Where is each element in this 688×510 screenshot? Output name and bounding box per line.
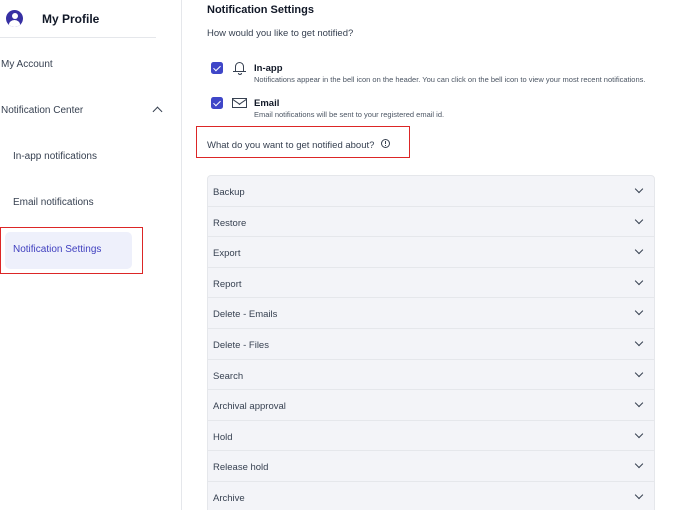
chevron-down-icon[interactable] bbox=[634, 276, 644, 286]
chevron-down-icon[interactable] bbox=[634, 215, 644, 224]
accordion-item-label: Search bbox=[213, 370, 244, 382]
accordion-item-label: Restore bbox=[213, 217, 247, 229]
notify-method-question: How would you like to get notified? bbox=[207, 28, 354, 39]
accordion-item-archival-approval[interactable]: Archival approval bbox=[208, 390, 654, 421]
chevron-down-icon[interactable] bbox=[634, 490, 644, 500]
accordion-item-release-hold[interactable]: Release hold bbox=[208, 451, 654, 482]
sidebar-item-notification-settings-label: Notification Settings bbox=[13, 244, 102, 255]
notification-category-list: Backup Restore Export Report Delete - Em… bbox=[207, 175, 655, 510]
accordion-item-label: Delete - Emails bbox=[213, 309, 278, 321]
accordion-item-label: Export bbox=[213, 248, 241, 260]
accordion-item-delete-files[interactable]: Delete - Files bbox=[208, 329, 654, 360]
sidebar-item-my-account[interactable]: My Account bbox=[1, 59, 53, 70]
email-option-title: Email bbox=[254, 98, 280, 109]
chevron-down-icon[interactable] bbox=[634, 307, 644, 316]
envelope-icon bbox=[232, 98, 247, 108]
sidebar-item-email-notifications[interactable]: Email notifications bbox=[13, 197, 94, 208]
accordion-item-backup[interactable]: Backup bbox=[208, 176, 654, 207]
accordion-item-label: Release hold bbox=[213, 462, 269, 474]
accordion-item-restore[interactable]: Restore bbox=[208, 207, 654, 238]
page-title: Notification Settings bbox=[207, 4, 314, 16]
accordion-item-export[interactable]: Export bbox=[208, 237, 654, 268]
highlight-box-notification-settings: Notification Settings bbox=[0, 227, 143, 274]
chevron-down-icon[interactable] bbox=[634, 398, 644, 408]
accordion-item-label: Report bbox=[213, 278, 242, 290]
sidebar-item-in-app-notifications[interactable]: In-app notifications bbox=[13, 151, 97, 162]
accordion-item-hold[interactable]: Hold bbox=[208, 421, 654, 452]
chevron-down-icon[interactable] bbox=[634, 245, 644, 255]
in-app-checkbox[interactable] bbox=[211, 62, 223, 74]
email-option-description: Email notifications will be sent to your… bbox=[254, 110, 445, 119]
accordion-item-label: Archive bbox=[213, 492, 245, 504]
chevron-down-icon[interactable] bbox=[634, 429, 644, 438]
chevron-down-icon[interactable] bbox=[634, 460, 644, 469]
sidebar: My Profile My Account Notification Cente… bbox=[0, 0, 182, 510]
accordion-item-delete-emails[interactable]: Delete - Emails bbox=[208, 298, 654, 329]
chevron-down-icon[interactable] bbox=[634, 184, 644, 194]
email-checkbox[interactable] bbox=[211, 97, 223, 109]
highlight-box-notify-about: What do you want to get notified about? bbox=[196, 126, 410, 158]
bell-icon bbox=[233, 61, 246, 76]
in-app-option-title: In-app bbox=[254, 63, 283, 74]
profile-header: My Profile bbox=[0, 0, 156, 38]
accordion-item-label: Backup bbox=[213, 187, 245, 198]
profile-title: My Profile bbox=[42, 12, 100, 26]
accordion-item-label: Archival approval bbox=[213, 401, 286, 413]
info-icon[interactable] bbox=[381, 139, 390, 148]
chevron-down-icon[interactable] bbox=[634, 337, 644, 347]
avatar-icon bbox=[6, 10, 23, 27]
accordion-item-label: Hold bbox=[213, 431, 233, 443]
accordion-item-label: Delete - Files bbox=[213, 339, 269, 351]
in-app-option-description: Notifications appear in the bell icon on… bbox=[254, 75, 646, 84]
notify-about-label: What do you want to get notified about? bbox=[207, 140, 375, 151]
accordion-item-archive[interactable]: Archive bbox=[208, 482, 654, 510]
chevron-down-icon[interactable] bbox=[634, 368, 644, 377]
accordion-item-search[interactable]: Search bbox=[208, 360, 654, 391]
sidebar-item-notification-center[interactable]: Notification Center bbox=[1, 105, 171, 116]
accordion-item-report[interactable]: Report bbox=[208, 268, 654, 299]
